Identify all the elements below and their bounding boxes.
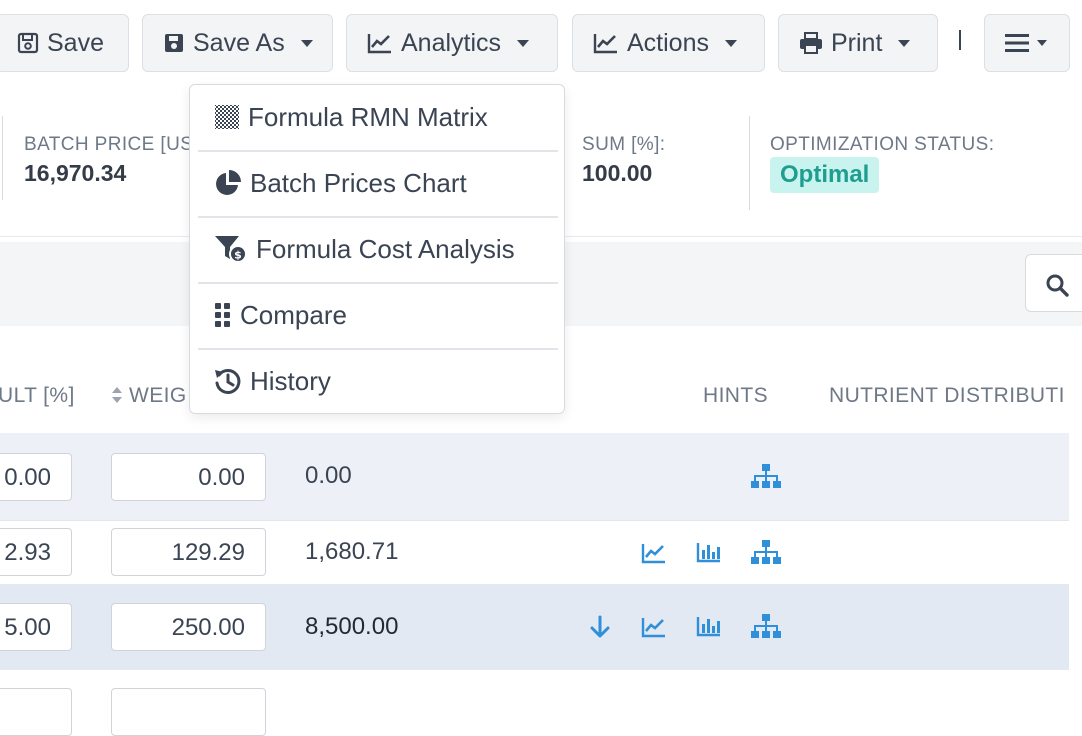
menu-item-label: History xyxy=(250,365,331,396)
batch-price-label: BATCH PRICE [US xyxy=(24,134,194,155)
save-label: Save xyxy=(47,28,104,57)
chevron-down-icon xyxy=(1037,40,1047,46)
divider xyxy=(749,116,750,210)
pie-chart-icon xyxy=(216,170,241,195)
arrow-down-icon[interactable] xyxy=(590,615,610,639)
column-header-nutrient-distribution: NUTRIENT DISTRIBUTI xyxy=(829,384,1065,407)
menu-item-formula-rmn-matrix[interactable]: Formula RMN Matrix xyxy=(198,85,558,149)
funnel-dollar-icon: $ xyxy=(215,236,247,263)
menu-item-formula-cost-analysis[interactable]: $ Formula Cost Analysis xyxy=(198,217,558,281)
menu-item-label: Batch Prices Chart xyxy=(250,167,467,198)
weight-input[interactable]: 129.29 xyxy=(111,528,266,576)
sum-label: SUM [%]: xyxy=(582,134,666,155)
chevron-down-icon xyxy=(300,39,313,47)
printer-icon xyxy=(800,32,822,54)
line-chart-icon xyxy=(367,34,391,54)
table-row: 5.00 250.00 8,500.00 xyxy=(0,584,1069,670)
grid-dots-icon xyxy=(215,303,230,327)
divider xyxy=(2,116,3,200)
menu-item-compare[interactable]: Compare xyxy=(198,283,558,347)
table-row xyxy=(0,670,1069,736)
print-label: Print xyxy=(831,28,883,57)
hamburger-icon xyxy=(1005,34,1029,52)
table-row: 0.00 0.00 0.00 xyxy=(0,433,1069,520)
actions-button[interactable]: Actions xyxy=(572,14,765,72)
chevron-down-icon xyxy=(898,39,911,47)
result-input[interactable]: 2.93 xyxy=(0,528,72,576)
toolbar: Save Save As Analytics Actions Print xyxy=(0,0,1082,84)
batch-price-value: 16,970.34 xyxy=(24,160,127,186)
floppy-outline-icon xyxy=(17,32,39,54)
history-icon xyxy=(215,368,241,394)
save-button[interactable]: Save xyxy=(0,14,129,72)
column-header-hints: HINTS xyxy=(703,384,768,407)
optimization-status-label: OPTIMIZATION STATUS: xyxy=(770,134,995,155)
table-row: 2.93 129.29 1,680.71 xyxy=(0,520,1069,585)
menu-item-label: Formula Cost Analysis xyxy=(256,233,515,264)
column-header-result[interactable]: ULT [%] xyxy=(0,384,75,408)
hierarchy-icon[interactable] xyxy=(750,464,782,490)
analytics-dropdown-menu: Formula RMN Matrix Batch Prices Chart $ … xyxy=(189,84,565,414)
sum-value: 100.00 xyxy=(582,160,653,186)
line-chart-icon[interactable] xyxy=(641,542,667,564)
print-button[interactable]: Print xyxy=(778,14,938,72)
weight-input[interactable] xyxy=(111,688,266,736)
svg-text:$: $ xyxy=(234,249,242,262)
price-value: 0.00 xyxy=(305,462,352,489)
hierarchy-icon[interactable] xyxy=(750,540,782,566)
menu-item-batch-prices-chart[interactable]: Batch Prices Chart xyxy=(198,151,558,215)
analytics-label: Analytics xyxy=(401,28,502,57)
price-value: 1,680.71 xyxy=(305,538,399,565)
menu-item-history[interactable]: History xyxy=(198,349,558,413)
sort-icon[interactable] xyxy=(111,386,123,404)
chevron-down-icon xyxy=(724,39,737,47)
bar-chart-icon[interactable] xyxy=(696,541,722,563)
result-input[interactable]: 5.00 xyxy=(0,603,72,651)
menu-item-label: Formula RMN Matrix xyxy=(248,101,488,132)
analytics-button[interactable]: Analytics xyxy=(346,14,558,72)
more-menu-button[interactable] xyxy=(984,14,1070,72)
toolbar-divider xyxy=(959,30,961,50)
column-header-weight[interactable]: WEIG xyxy=(129,384,187,408)
result-input[interactable]: 0.00 xyxy=(0,453,72,501)
search-button[interactable] xyxy=(1025,254,1082,312)
price-value: 8,500.00 xyxy=(305,613,399,640)
line-chart-icon[interactable] xyxy=(641,616,667,638)
hierarchy-icon[interactable] xyxy=(750,614,782,640)
status-badge: Optimal xyxy=(770,157,880,193)
search-icon xyxy=(1046,274,1069,297)
floppy-icon xyxy=(165,34,183,52)
menu-item-label: Compare xyxy=(240,299,347,330)
weight-input[interactable]: 250.00 xyxy=(111,603,266,651)
result-input[interactable] xyxy=(0,688,72,736)
bar-chart-icon[interactable] xyxy=(696,615,722,637)
actions-label: Actions xyxy=(627,28,709,57)
save-as-button[interactable]: Save As xyxy=(142,14,333,72)
weight-input[interactable]: 0.00 xyxy=(111,453,266,501)
checker-icon xyxy=(215,105,239,129)
chevron-down-icon xyxy=(517,39,530,47)
save-as-label: Save As xyxy=(193,28,285,57)
line-chart-icon xyxy=(593,34,617,54)
